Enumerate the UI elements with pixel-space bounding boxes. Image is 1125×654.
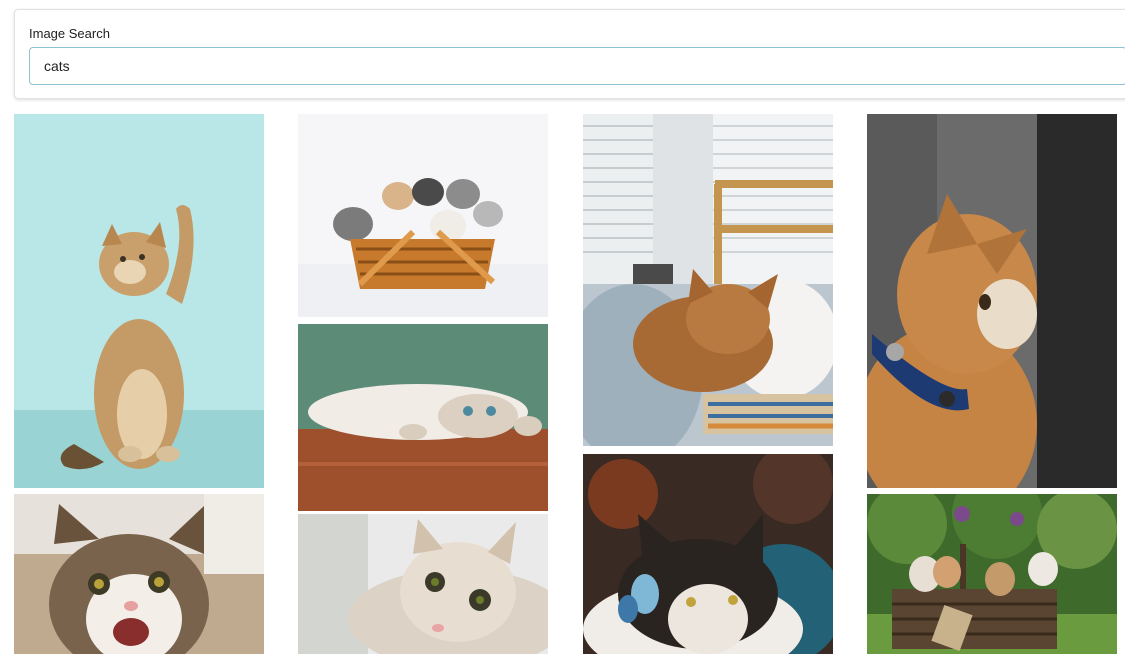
cat-image-lying-upside-down[interactable] [298, 324, 548, 511]
cat-image-profile-blue-collar[interactable] [867, 114, 1117, 488]
search-label: Image Search [29, 26, 110, 41]
search-input[interactable] [29, 47, 1125, 85]
cat-image-tabby-paw-raised-teal[interactable] [14, 114, 264, 488]
cat-image-butterfly-on-nose[interactable] [583, 454, 833, 654]
image-search-panel: Image Search [14, 9, 1125, 99]
cat-image-surprised-white[interactable] [298, 514, 548, 654]
cat-image-sleeping-by-window[interactable] [583, 114, 833, 446]
cat-image-kittens-garden-basket[interactable] [867, 494, 1117, 654]
cat-image-kittens-in-basket[interactable] [298, 114, 548, 317]
cat-image-meowing-indoor[interactable] [14, 494, 264, 654]
